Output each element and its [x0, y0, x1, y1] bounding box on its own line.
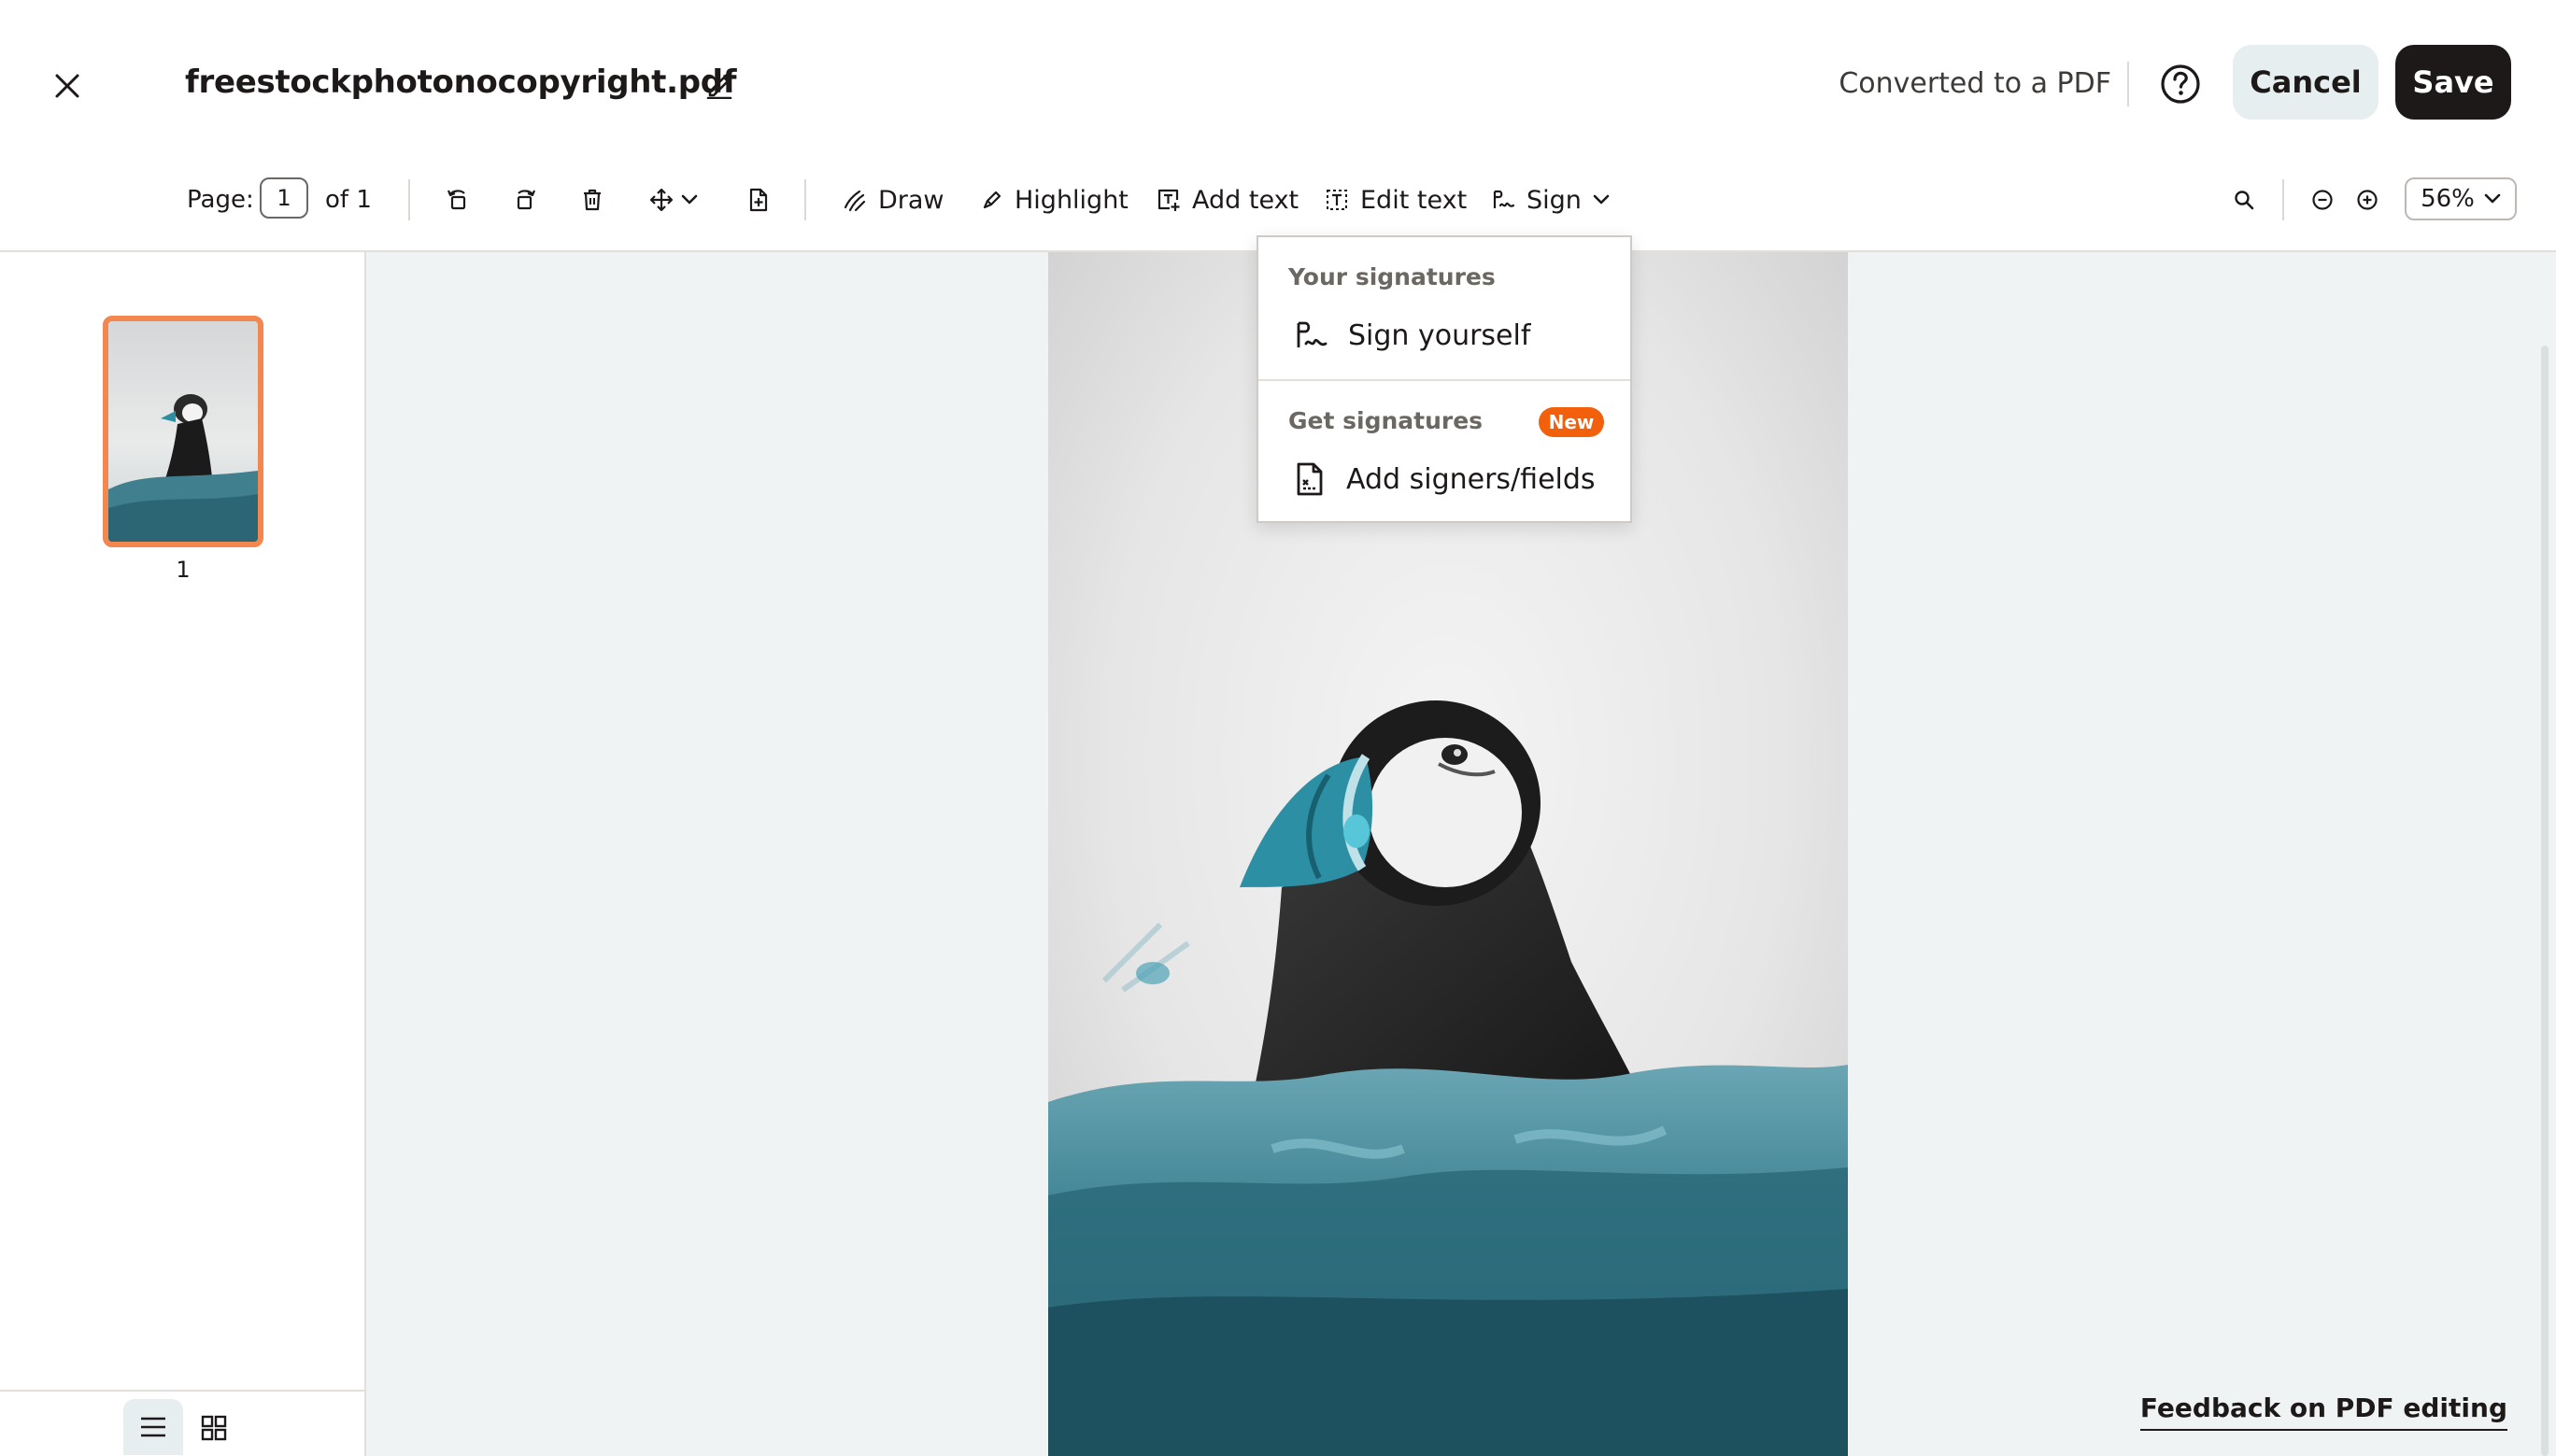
search-button[interactable] [2223, 179, 2265, 220]
rename-button[interactable] [699, 64, 740, 105]
list-view-toggle[interactable] [123, 1399, 183, 1455]
help-icon [2161, 64, 2200, 104]
highlight-label: Highlight [1015, 185, 1129, 215]
trash-icon [584, 189, 601, 211]
edit-text-label: Edit text [1360, 185, 1468, 215]
zoom-in-button[interactable] [2347, 179, 2388, 220]
zoom-level-value: 56% [2421, 185, 2475, 213]
thumbnail-page-number: 1 [176, 557, 191, 583]
sign-label: Sign [1526, 185, 1582, 215]
zoom-out-icon [2312, 190, 2333, 210]
highlight-tool-button[interactable]: Highlight [981, 179, 1129, 220]
close-icon [55, 74, 79, 98]
rotate-right-button[interactable] [504, 179, 546, 220]
move-page-dropdown[interactable] [641, 179, 706, 220]
page-total: of 1 [325, 186, 372, 214]
cancel-button[interactable]: Cancel [2233, 45, 2378, 120]
grid-view-toggle[interactable] [191, 1403, 237, 1453]
add-signers-label: Add signers/fields [1346, 462, 1596, 496]
your-signatures-heading: Your signatures [1288, 263, 1496, 290]
sidebar-footer-divider [0, 1390, 364, 1392]
draw-label: Draw [878, 185, 944, 215]
sign-dropdown-menu: Your signatures Sign yourself Get signat… [1257, 235, 1632, 523]
page-number-input[interactable]: 1 [260, 177, 308, 219]
list-view-icon [141, 1417, 165, 1437]
help-button[interactable] [2156, 60, 2205, 108]
rotate-left-icon [447, 190, 466, 210]
conversion-status: Converted to a PDF [1839, 67, 2111, 100]
close-button[interactable] [41, 60, 93, 112]
chevron-down-icon [1593, 194, 1610, 205]
move-icon [649, 188, 674, 212]
zoom-out-button[interactable] [2302, 179, 2343, 220]
add-signers-menu-item[interactable]: Add signers/fields [1258, 450, 1630, 508]
add-text-icon [1157, 189, 1180, 211]
draw-tool-button[interactable]: Draw [843, 179, 944, 220]
sign-tool-dropdown[interactable]: Sign [1491, 179, 1610, 220]
chevron-down-icon [681, 194, 698, 205]
editor-header: freestockphotonocopyright.pdf Converted … [0, 0, 2556, 164]
toolbar-divider [408, 179, 410, 220]
puffin-thumbnail-image [108, 321, 258, 542]
search-icon [2235, 191, 2254, 210]
signature-icon [1297, 321, 1328, 347]
grid-view-icon [201, 1415, 227, 1441]
zoom-level-select[interactable]: 56% [2405, 177, 2517, 220]
rotate-left-button[interactable] [437, 179, 478, 220]
add-text-label: Add text [1192, 185, 1299, 215]
page-thumbnail[interactable] [103, 316, 263, 547]
delete-page-button[interactable] [572, 179, 613, 220]
chevron-down-icon [2484, 193, 2501, 204]
new-badge: New [1539, 407, 1604, 437]
toolbar-divider [2282, 179, 2284, 220]
get-signatures-heading: Get signatures [1288, 407, 1484, 434]
sign-yourself-menu-item[interactable]: Sign yourself [1258, 306, 1630, 364]
menu-divider [1258, 379, 1630, 381]
feedback-link[interactable]: Feedback on PDF editing [2139, 1388, 2507, 1431]
vertical-scrollbar[interactable] [2541, 346, 2549, 1456]
toolbar-divider [804, 179, 806, 220]
zoom-in-icon [2357, 190, 2378, 210]
page-label: Page: [187, 186, 254, 214]
save-button[interactable]: Save [2395, 45, 2511, 120]
highlighter-icon [983, 191, 1001, 209]
sign-yourself-label: Sign yourself [1348, 318, 1531, 352]
rotate-right-icon [517, 190, 536, 210]
add-text-tool-button[interactable]: Add text [1157, 179, 1299, 220]
file-name: freestockphotonocopyright.pdf [185, 64, 737, 101]
header-divider [2127, 62, 2129, 106]
edit-text-tool-button[interactable]: Edit text [1325, 179, 1467, 220]
insert-page-button[interactable] [738, 179, 779, 220]
add-page-icon [749, 188, 768, 212]
pencil-icon [706, 73, 732, 99]
signature-icon [1493, 190, 1515, 208]
edit-text-icon [1327, 190, 1347, 210]
draw-icon [844, 190, 866, 212]
document-signer-icon [1297, 462, 1323, 496]
